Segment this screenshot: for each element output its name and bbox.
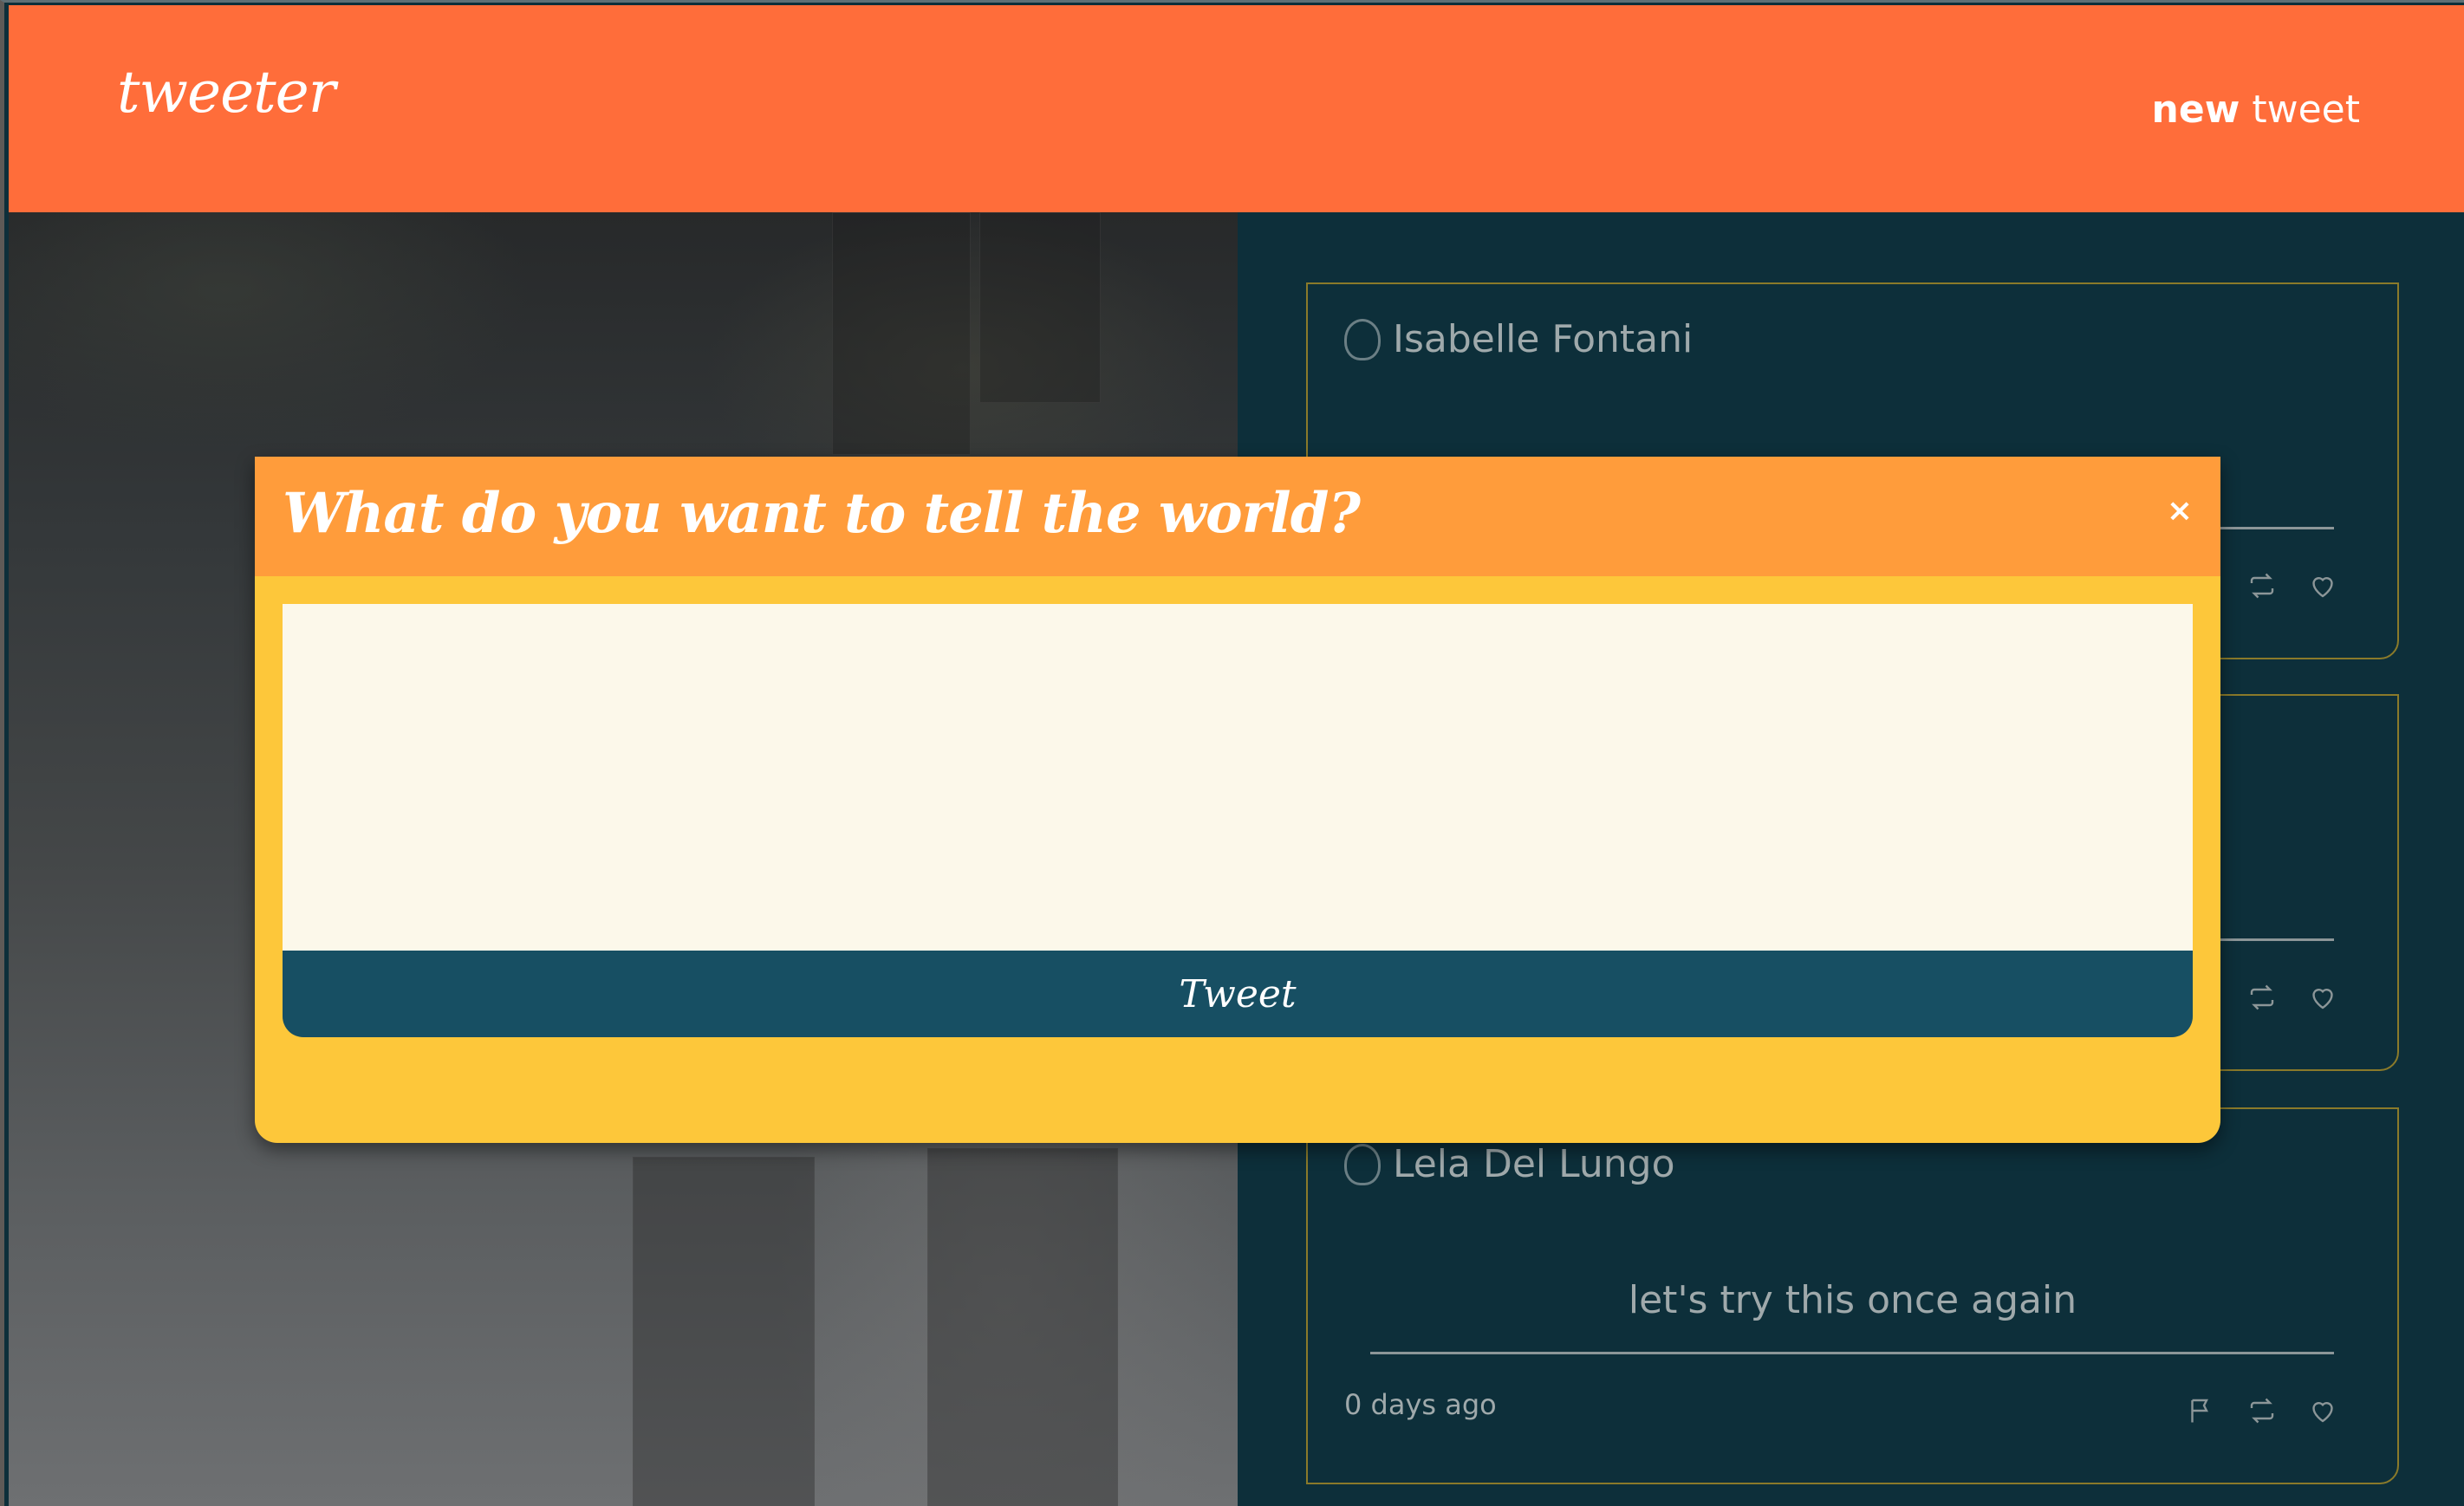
heart-icon[interactable] [2307,982,2338,1013]
flag-icon[interactable] [2186,1395,2217,1426]
tweet-card: Lela Del Lungo let's try this once again… [1306,1107,2399,1484]
retweet-icon[interactable] [2246,570,2278,601]
top-nav: tweeter new tweet [9,5,2464,212]
compose-tweet-modal: What do you want to tell the world? × Tw… [255,457,2220,1143]
app-window: tweeter new tweet Isabelle Fontani Lela … [0,0,2464,1506]
tweet-header: Isabelle Fontani [1344,317,1693,361]
avatar-icon [1344,1143,1381,1185]
new-tweet-label-bold: new [2151,88,2240,132]
tweet-author: Isabelle Fontani [1393,317,1694,361]
tweet-actions [2186,1395,2338,1426]
tweet-author: Lela Del Lungo [1393,1142,1675,1186]
new-tweet-label: tweet [2252,88,2360,132]
modal-title: What do you want to tell the world? [283,481,1361,546]
close-icon[interactable]: × [2167,493,2193,529]
hero-building [979,212,1101,403]
avatar-icon [1344,318,1381,360]
tweet-header: Lela Del Lungo [1344,1142,1675,1186]
hero-building [927,1148,1118,1506]
new-tweet-button[interactable]: new tweet [2152,88,2360,132]
tweet-submit-button[interactable]: Tweet [283,951,2193,1037]
tweet-text: let's try this once again [1628,1278,2077,1322]
hero-building [633,1157,815,1506]
retweet-icon[interactable] [2246,1395,2278,1426]
heart-icon[interactable] [2307,1395,2338,1426]
modal-header: What do you want to tell the world? × [255,457,2220,576]
heart-icon[interactable] [2307,570,2338,601]
hero-building [832,212,971,455]
tweet-timestamp: 0 days ago [1344,1388,1497,1421]
retweet-icon[interactable] [2246,982,2278,1013]
tweet-textarea[interactable] [283,604,2193,956]
brand-logo[interactable]: tweeter [117,59,335,126]
tweet-divider [1370,1352,2334,1354]
